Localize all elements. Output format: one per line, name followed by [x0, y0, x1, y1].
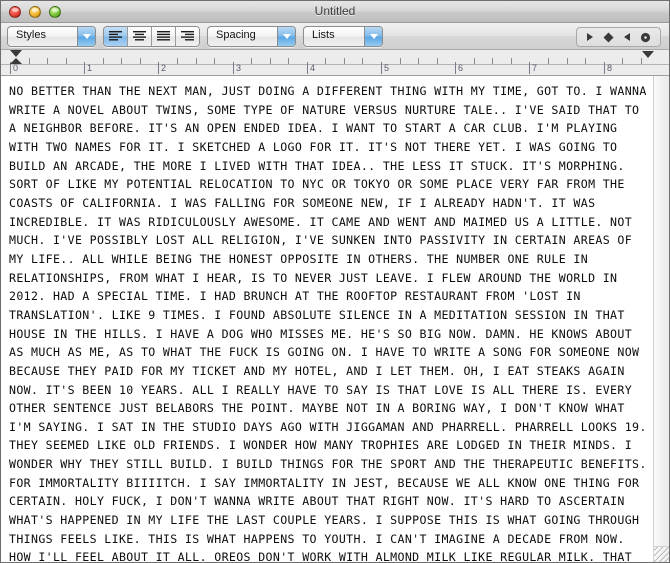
ruler-minor-tick — [288, 58, 289, 64]
align-justify-button[interactable] — [152, 26, 176, 46]
ruler-minor-tick — [585, 58, 586, 64]
ruler-minor-tick — [29, 58, 30, 64]
ruler-minor-tick — [103, 58, 104, 64]
ruler-label: 3 — [236, 63, 242, 73]
ruler-minor-tick — [325, 58, 326, 64]
left-tab-icon[interactable] — [586, 32, 594, 42]
ruler-label: 4 — [310, 63, 316, 73]
ruler-minor-tick — [492, 58, 493, 64]
lists-popup-label: Lists — [312, 28, 335, 41]
ruler-major-tick — [455, 62, 456, 74]
ruler-baseline — [1, 64, 669, 65]
document-text: NO BETTER THAN THE NEXT MAN, JUST DOING … — [9, 84, 647, 562]
chevron-down-icon[interactable] — [364, 26, 382, 46]
ruler-major-tick — [158, 62, 159, 74]
align-justify-icon — [157, 30, 170, 40]
ruler-minor-tick — [567, 58, 568, 64]
ruler-label: 8 — [607, 63, 613, 73]
document-ruler[interactable]: 0 1 2 3 4 5 6 7 8 — [1, 50, 669, 76]
ruler-minor-tick — [121, 58, 122, 64]
ruler-label: 2 — [161, 63, 167, 73]
decimal-tab-icon[interactable] — [640, 32, 651, 43]
ruler-minor-tick — [177, 58, 178, 64]
ruler-minor-tick — [214, 58, 215, 64]
ruler-minor-tick — [196, 58, 197, 64]
alignment-segmented-control — [103, 25, 200, 47]
align-left-icon — [109, 30, 122, 40]
chevron-down-icon[interactable] — [77, 26, 95, 46]
document-text-body[interactable]: NO BETTER THAN THE NEXT MAN, JUST DOING … — [9, 82, 647, 562]
text-page[interactable]: NO BETTER THAN THE NEXT MAN, JUST DOING … — [1, 76, 653, 562]
tab-stop-well — [576, 27, 661, 47]
ruler-label: 6 — [458, 63, 464, 73]
ruler-minor-tick — [47, 58, 48, 64]
window-title: Untitled — [314, 4, 356, 18]
align-center-button[interactable] — [128, 26, 152, 46]
ruler-minor-tick — [511, 58, 512, 64]
vertical-scrollbar[interactable] — [653, 76, 669, 562]
ruler-minor-tick — [418, 58, 419, 64]
styles-popup-button[interactable]: Styles — [7, 25, 96, 47]
resize-grip[interactable] — [653, 546, 669, 562]
ruler-major-tick — [233, 62, 234, 74]
ruler-label: 5 — [384, 63, 390, 73]
format-toolbar: Styles Spacing Lists — [1, 23, 669, 50]
ruler-label: 1 — [87, 63, 93, 73]
spacing-popup-label: Spacing — [216, 28, 256, 41]
ruler-major-tick — [381, 62, 382, 74]
align-center-icon — [133, 30, 146, 40]
minimize-button[interactable] — [29, 5, 41, 18]
ruler-minor-tick — [474, 58, 475, 64]
ruler-label: 7 — [532, 63, 538, 73]
lists-popup-button[interactable]: Lists — [303, 25, 383, 47]
ruler-minor-tick — [362, 58, 363, 64]
document-area: NO BETTER THAN THE NEXT MAN, JUST DOING … — [1, 76, 669, 562]
align-right-button[interactable] — [176, 26, 199, 46]
align-left-button[interactable] — [104, 26, 128, 46]
align-right-icon — [181, 30, 194, 40]
ruler-minor-tick — [66, 58, 67, 64]
ruler-minor-tick — [622, 58, 623, 64]
ruler-major-tick — [84, 62, 85, 74]
ruler-minor-tick — [344, 58, 345, 64]
ruler-major-tick — [307, 62, 308, 74]
ruler-minor-tick — [251, 58, 252, 64]
spacing-popup-button[interactable]: Spacing — [207, 25, 296, 47]
window-controls — [9, 5, 61, 18]
right-tab-icon[interactable] — [623, 32, 631, 42]
ruler-major-tick — [604, 62, 605, 74]
ruler-minor-tick — [400, 58, 401, 64]
ruler-minor-tick — [641, 58, 642, 64]
ruler-minor-tick — [548, 58, 549, 64]
window-titlebar[interactable]: Untitled — [1, 1, 669, 23]
ruler-minor-tick — [270, 58, 271, 64]
chevron-down-icon[interactable] — [277, 26, 295, 46]
ruler-major-tick — [529, 62, 530, 74]
zoom-button[interactable] — [49, 5, 61, 18]
close-button[interactable] — [9, 5, 21, 18]
ruler-minor-tick — [140, 58, 141, 64]
ruler-label: 0 — [13, 63, 19, 73]
center-tab-icon[interactable] — [603, 32, 614, 43]
styles-popup-label: Styles — [16, 28, 46, 41]
ruler-minor-tick — [437, 58, 438, 64]
textedit-window: Untitled Styles Spacing Lists 0 1 2 3 4 … — [0, 0, 670, 563]
